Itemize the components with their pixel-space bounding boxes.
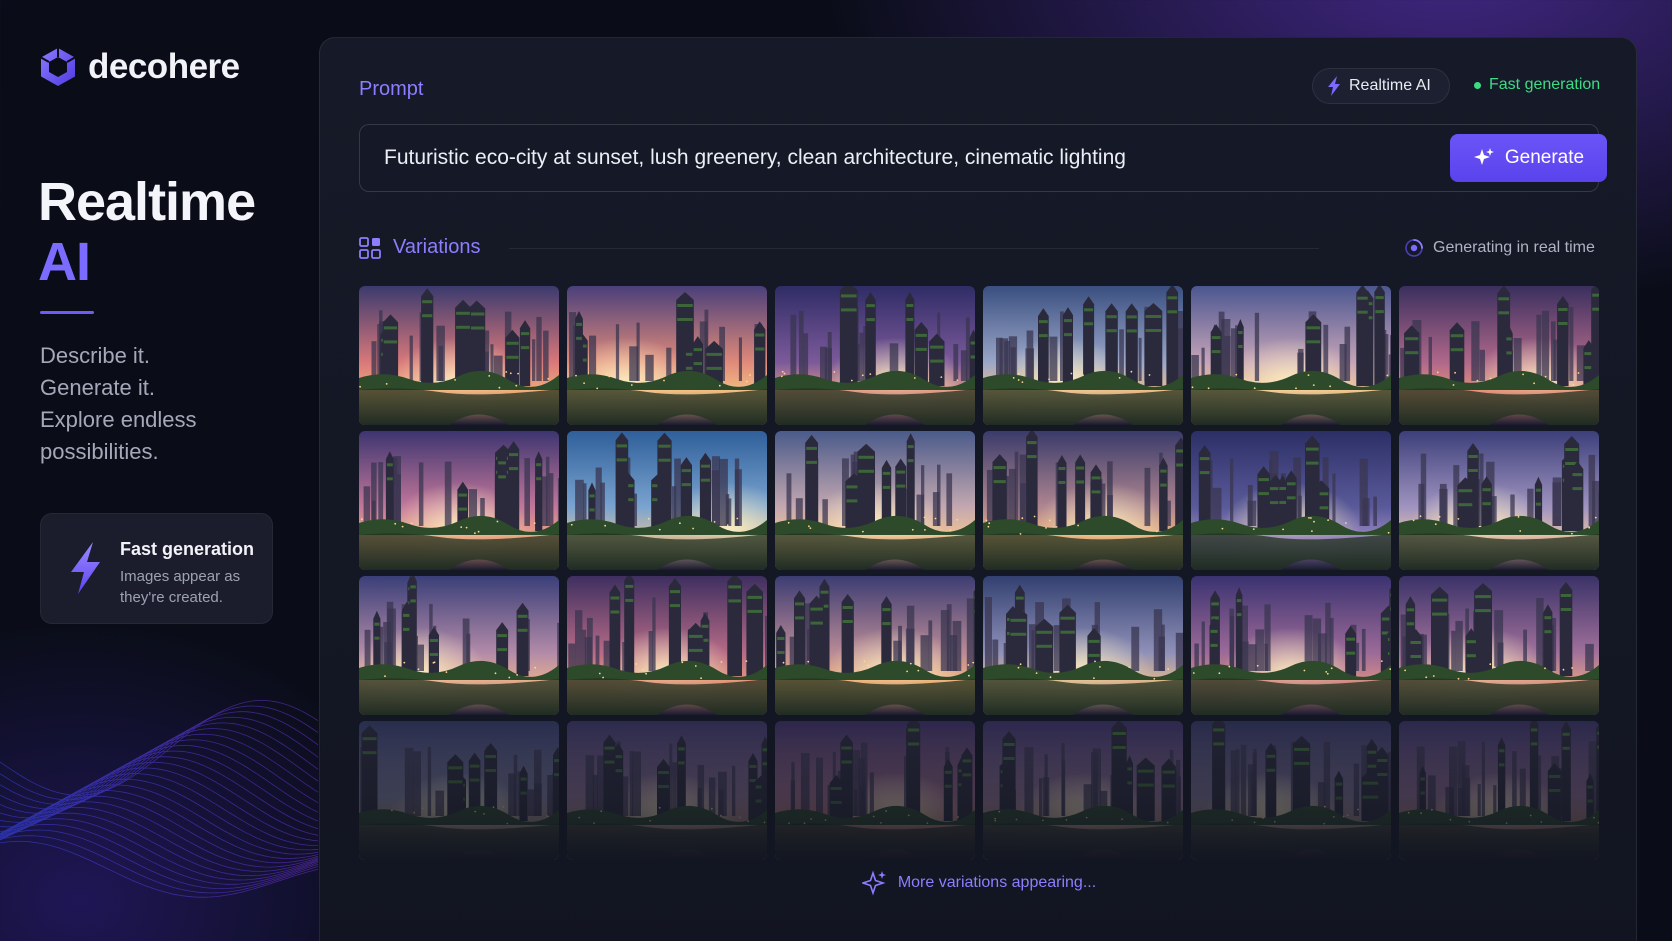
variation-image [775,576,975,715]
main-panel: Prompt Realtime AI Fast generation Gener… [319,37,1637,941]
variation-thumbnail[interactable] [359,576,559,715]
variation-thumbnail[interactable] [1399,286,1599,425]
brand-logo[interactable]: decohere [38,46,240,88]
tagline-line: Generate it. [40,375,155,400]
tagline-line: possibilities. [40,439,159,464]
lightning-bolt-icon [71,542,100,594]
variation-thumbnail[interactable] [1191,721,1391,860]
variation-thumbnail[interactable] [1399,431,1599,570]
wave-line [0,711,318,805]
variation-image [983,431,1183,570]
decorative-wave [0,699,318,898]
more-variations: More variations appearing... [320,870,1638,896]
generating-status-label: Generating in real time [1433,239,1595,256]
hero-title-line1: Realtime [38,172,256,232]
variation-thumbnail[interactable] [359,431,559,570]
fast-generation-title: Fast generation [120,539,255,559]
variation-thumbnail[interactable] [1399,721,1599,860]
variation-thumbnail[interactable] [359,721,559,860]
left-column: decohere Realtime AI Describe it. Genera… [0,0,318,941]
spinner-icon [1405,239,1423,257]
variation-image [359,431,559,570]
wave-line [0,829,318,890]
variations-header: Variations [359,236,480,259]
status-dot-icon [1474,81,1481,89]
fast-generation-status: Fast generation [1474,76,1600,94]
variation-thumbnail[interactable] [567,721,767,860]
sparkle-icon [861,870,886,896]
fast-generation-status-label: Fast generation [1489,76,1601,93]
variation-thumbnail[interactable] [359,286,559,425]
tagline: Describe it. Generate it. Explore endles… [40,340,197,468]
variation-thumbnail[interactable] [567,286,767,425]
variation-thumbnail[interactable] [983,576,1183,715]
wave-line [0,823,318,885]
generating-status: Generating in real time [1404,238,1595,258]
hero-title: Realtime AI [38,172,256,292]
hero-title-line2: AI [38,232,91,292]
variation-image [359,286,559,425]
variation-image [359,576,559,715]
wave-line [0,744,318,832]
prompt-input[interactable] [384,125,1384,191]
variation-image [1399,721,1599,860]
variation-image [1191,431,1391,570]
variation-image [1399,576,1599,715]
variations-label: Variations [393,236,481,258]
wave-line [0,835,318,894]
variation-image [775,431,975,570]
logo-hexagon-icon [40,48,76,86]
lightning-bolt-icon [1328,76,1340,96]
variation-image [567,576,767,715]
variation-image [1399,431,1599,570]
variation-thumbnail[interactable] [983,286,1183,425]
variation-image [567,286,767,425]
variation-image [1191,576,1391,715]
variation-image [1191,721,1391,860]
wave-line [0,812,318,877]
variation-thumbnail[interactable] [983,431,1183,570]
variation-thumbnail[interactable] [775,576,975,715]
variation-image [359,721,559,860]
variation-thumbnail[interactable] [983,721,1183,860]
variations-divider [509,248,1319,249]
variation-thumbnail[interactable] [1191,431,1391,570]
prompt-box: Generate [359,124,1607,192]
variation-image [775,286,975,425]
brand-name: decohere [88,47,240,86]
variation-thumbnail[interactable] [775,721,975,860]
variation-thumbnail[interactable] [567,576,767,715]
variation-image [567,721,767,860]
variation-thumbnail[interactable] [1191,286,1391,425]
hero-divider [40,311,94,314]
sparkle-icon [1473,148,1494,165]
variation-thumbnail[interactable] [567,431,767,570]
tagline-line: Explore endless [40,407,197,432]
grid-icon [359,236,381,259]
wave-line [0,761,318,840]
more-variations-label: More variations appearing... [897,874,1097,891]
variation-thumbnail[interactable] [775,431,975,570]
generate-button[interactable]: Generate [1450,134,1607,182]
variation-image [775,721,975,860]
variation-image [983,576,1183,715]
realtime-ai-label: Realtime AI [1349,77,1431,94]
generate-button-label: Generate [1504,147,1585,168]
variation-image [983,721,1183,860]
wave-line [0,795,318,864]
realtime-ai-badge[interactable]: Realtime AI [1312,68,1450,104]
variation-image [567,431,767,570]
wave-line [0,722,318,814]
variation-thumbnail[interactable] [1191,576,1391,715]
variations-grid [359,286,1599,860]
variation-thumbnail[interactable] [775,286,975,425]
variation-image [1399,286,1599,425]
tagline-line: Describe it. [40,343,151,368]
variation-thumbnail[interactable] [1399,576,1599,715]
prompt-label: Prompt [359,78,424,100]
wave-line [0,840,318,898]
variation-image [983,286,1183,425]
variation-image [1191,286,1391,425]
wave-line [0,750,318,836]
